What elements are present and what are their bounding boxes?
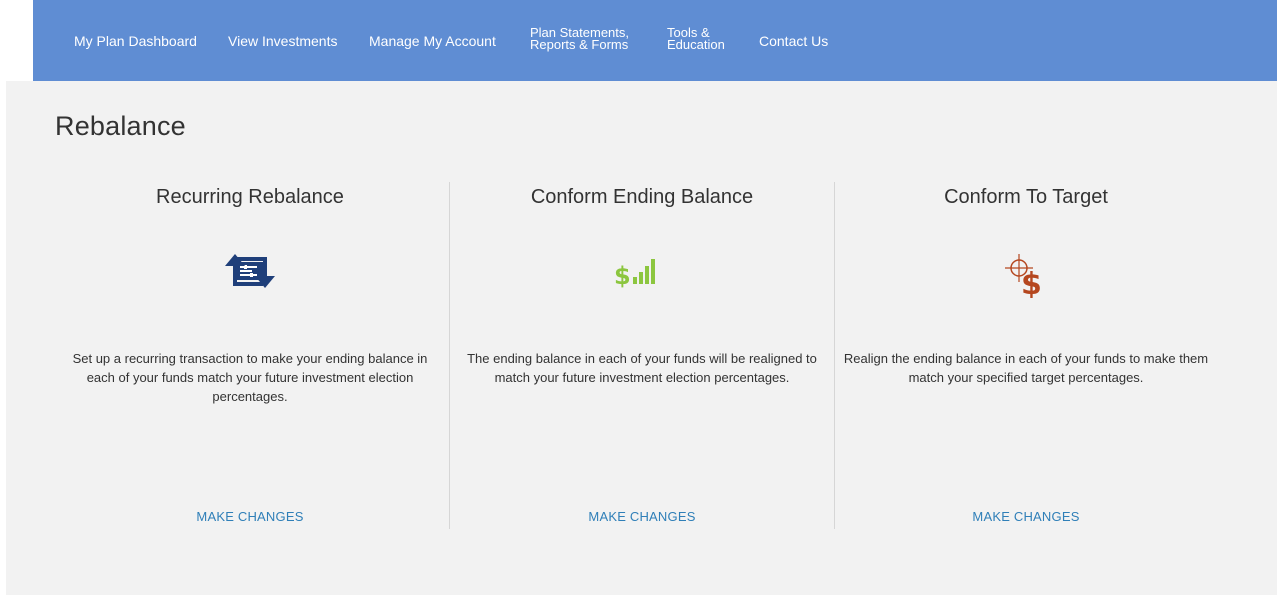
card-title: Recurring Rebalance	[156, 186, 344, 208]
card-title: Conform Ending Balance	[530, 186, 754, 208]
make-changes-button-conform-ending[interactable]: MAKE CHANGES	[452, 509, 832, 524]
page-title: Rebalance	[55, 111, 186, 141]
recurring-rebalance-icon	[221, 252, 279, 295]
card-description: Set up a recurring transaction to make y…	[72, 351, 428, 404]
nav-view-investments[interactable]: View Investments	[228, 34, 337, 49]
column-divider	[449, 182, 450, 529]
nav-my-plan-dashboard[interactable]: My Plan Dashboard	[74, 34, 197, 49]
card-conform-ending-balance: Conform Ending Balance $ The ending bala…	[452, 180, 832, 530]
card-recurring-rebalance: Recurring Rebalance Set up a recurring t…	[55, 180, 445, 530]
card-conform-to-target: Conform To Target $ Realign the ending b…	[836, 180, 1216, 530]
card-description: The ending balance in each of your funds…	[467, 351, 817, 385]
dollar-bars-icon: $	[614, 252, 670, 293]
nav-plan-statements[interactable]: Plan Statements, Reports & Forms	[530, 26, 629, 52]
make-changes-button-recurring[interactable]: MAKE CHANGES	[55, 509, 445, 524]
crosshair-dollar-icon: $	[1001, 252, 1051, 303]
svg-text:$: $	[614, 262, 631, 288]
card-title: Conform To Target	[944, 186, 1108, 208]
nav-tools-education-line2: Education	[667, 37, 725, 52]
nav-plan-statements-line2: Reports & Forms	[530, 37, 629, 52]
svg-text:$: $	[1021, 267, 1042, 298]
column-divider	[834, 182, 835, 529]
nav-manage-my-account[interactable]: Manage My Account	[369, 34, 496, 49]
nav-tools-education[interactable]: Tools & Education	[667, 26, 725, 52]
nav-contact-us[interactable]: Contact Us	[759, 34, 828, 49]
card-description: Realign the ending balance in each of yo…	[843, 351, 1209, 385]
make-changes-button-conform-target[interactable]: MAKE CHANGES	[836, 509, 1216, 524]
top-nav-bar: My Plan Dashboard View Investments Manag…	[33, 0, 1277, 81]
